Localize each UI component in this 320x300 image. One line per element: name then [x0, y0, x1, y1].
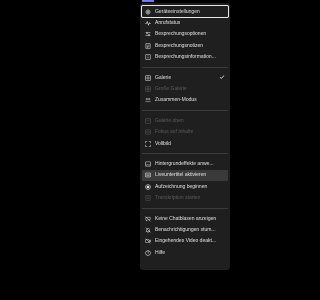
- help-icon: [145, 250, 151, 256]
- menu-item-help[interactable]: Hilfe: [142, 247, 228, 258]
- background-effects-icon: [145, 161, 151, 167]
- menu-item-label: Transkription starten: [155, 195, 201, 202]
- sliders-icon: [145, 31, 151, 37]
- menu-item-label: Besprechungsinformation...: [155, 54, 216, 61]
- more-actions-menu: Geräteeinstellungen Anrufstatus Besprech…: [140, 3, 230, 270]
- menu-item-call-health[interactable]: Anrufstatus: [142, 17, 228, 28]
- menu-item-label: Vollbild: [155, 140, 171, 147]
- menu-item-gallery-top: Galerie oben: [142, 115, 228, 126]
- focus-icon: [145, 129, 151, 135]
- menu-item-device-settings[interactable]: Geräteeinstellungen: [141, 4, 229, 19]
- menu-item-label: Hintergrundeffekte anwe...: [155, 160, 214, 167]
- captions-icon: [145, 172, 151, 178]
- menu-item-label: Geräteeinstellungen: [155, 8, 200, 15]
- menu-item-gallery[interactable]: Galerie: [142, 72, 228, 83]
- menu-item-label: Galerie: [155, 74, 172, 81]
- info-icon: [145, 54, 151, 61]
- menu-separator: [142, 207, 228, 209]
- menu-item-meeting-notes[interactable]: Besprechungsnotizen: [142, 40, 228, 51]
- menu-item-together-mode[interactable]: Zusammen-Modus: [142, 95, 228, 106]
- top-accent-bar: [142, 0, 154, 2]
- pulse-icon: [145, 20, 151, 27]
- menu-item-background-effects[interactable]: Hintergrundeffekte anwe...: [142, 158, 228, 169]
- gear-icon: [145, 8, 151, 15]
- menu-item-label: Keine Chatblasen anzeigen: [155, 215, 217, 222]
- menu-item-turn-off-incoming-video[interactable]: Eingehendes Video deakt...: [142, 236, 228, 247]
- menu-item-large-gallery: Große Galerie: [142, 83, 228, 94]
- menu-separator: [142, 153, 228, 155]
- menu-item-label: Anrufstatus: [155, 20, 181, 27]
- menu-separator: [142, 66, 228, 68]
- chat-bubble-off-icon: [145, 215, 151, 222]
- fullscreen-icon: [145, 140, 151, 147]
- people-icon: [145, 97, 151, 103]
- menu-item-meeting-info[interactable]: Besprechungsinformation...: [142, 52, 228, 63]
- menu-item-fullscreen[interactable]: Vollbild: [142, 138, 228, 149]
- menu-item-start-recording[interactable]: Aufzeichnung beginnen: [142, 181, 228, 192]
- bell-off-icon: [145, 227, 151, 233]
- checkmark-icon: [219, 74, 225, 80]
- menu-item-mute-notifications[interactable]: Benachrichtigungen stum...: [142, 224, 228, 235]
- menu-item-label: Besprechungsoptionen: [155, 31, 207, 38]
- grid-icon: [145, 74, 151, 81]
- record-icon: [145, 184, 151, 190]
- menu-item-live-captions[interactable]: Liveuntertitel aktivieren: [142, 169, 228, 182]
- menu-item-meeting-options[interactable]: Besprechungsoptionen: [142, 29, 228, 40]
- menu-item-label: Aufzeichnung beginnen: [155, 183, 208, 190]
- menu-item-label: Liveuntertitel aktivieren: [155, 172, 207, 179]
- menu-item-label: Galerie oben: [155, 117, 184, 124]
- menu-item-focus-content: Fokus auf Inhalte: [142, 127, 228, 138]
- menu-item-label: Eingehendes Video deakt...: [155, 238, 217, 245]
- menu-item-label: Zusammen-Modus: [155, 97, 197, 104]
- large-grid-icon: [145, 86, 151, 92]
- menu-item-label: Hilfe: [155, 249, 166, 256]
- menu-item-start-transcription: Transkription starten: [142, 192, 228, 203]
- menu-item-hide-chat-bubbles[interactable]: Keine Chatblasen anzeigen: [142, 213, 228, 224]
- menu-item-label: Benachrichtigungen stum...: [155, 226, 216, 233]
- gallery-top-icon: [145, 118, 151, 124]
- notes-icon: [145, 43, 151, 49]
- transcript-icon: [145, 195, 151, 201]
- video-off-icon: [145, 238, 151, 244]
- menu-item-label: Große Galerie: [155, 86, 187, 93]
- menu-separator: [142, 110, 228, 112]
- menu-item-label: Fokus auf Inhalte: [155, 129, 194, 136]
- menu-item-label: Besprechungsnotizen: [155, 42, 204, 49]
